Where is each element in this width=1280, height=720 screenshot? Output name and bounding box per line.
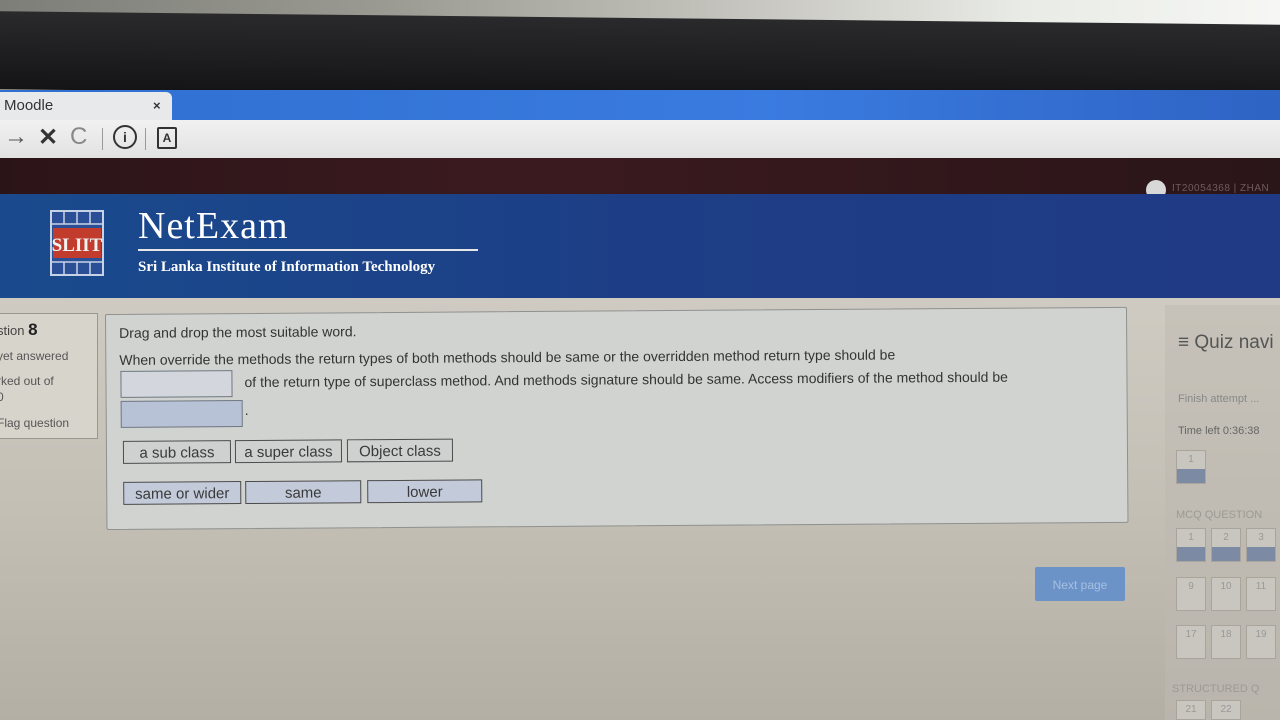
nav-question-number: 19 bbox=[1255, 629, 1267, 640]
mcq-section-title: MCQ QUESTION bbox=[1176, 509, 1263, 521]
title-divider bbox=[138, 249, 478, 251]
browser-tab[interactable]: Moodle × bbox=[0, 92, 172, 122]
svg-text:SLIIT: SLIIT bbox=[52, 235, 103, 256]
question-info-panel: stion 8 yet answered rked out of 0 Flag … bbox=[0, 313, 98, 439]
flag-question-link[interactable]: Flag question bbox=[0, 416, 69, 430]
nav-question-number: 1 bbox=[1188, 454, 1194, 465]
nav-question-number: 21 bbox=[1185, 704, 1197, 715]
nav-question-button[interactable]: 2 bbox=[1211, 528, 1241, 562]
site-info-icon[interactable]: i bbox=[113, 125, 137, 149]
nav-question-button[interactable]: 17 bbox=[1176, 625, 1206, 659]
forward-arrow-icon[interactable]: → bbox=[4, 123, 28, 151]
nav-question-button[interactable]: 10 bbox=[1211, 577, 1241, 611]
question-number-value: 8 bbox=[28, 320, 38, 339]
drag-item-lower[interactable]: lower bbox=[367, 479, 483, 504]
question-content: Drag and drop the most suitable word. Wh… bbox=[105, 306, 1129, 530]
nav-question-button[interactable]: 19 bbox=[1246, 625, 1276, 659]
nav-question-number: 17 bbox=[1185, 629, 1197, 640]
question-marked-value: 0 bbox=[0, 390, 4, 404]
drop-zone-1[interactable] bbox=[120, 370, 233, 398]
tab-close-icon[interactable]: × bbox=[153, 98, 161, 113]
question-number-prefix: stion bbox=[0, 323, 25, 338]
toolbar-divider bbox=[102, 128, 103, 150]
nav-question-button[interactable]: 9 bbox=[1176, 577, 1206, 611]
nav-question-number: 11 bbox=[1255, 581, 1267, 592]
nav-question-button[interactable]: 22 bbox=[1211, 700, 1241, 720]
nav-question-number: 3 bbox=[1258, 532, 1264, 543]
reader-mode-icon[interactable]: A bbox=[157, 127, 177, 149]
toolbar-divider bbox=[145, 128, 146, 150]
question-state: yet answered bbox=[0, 349, 69, 363]
sliit-logo: SLIIT bbox=[50, 210, 104, 276]
drag-item-a-super-class[interactable]: a super class bbox=[234, 439, 343, 464]
drop-zone-2[interactable] bbox=[120, 400, 243, 428]
answered-bar bbox=[1247, 547, 1275, 561]
drag-item-same[interactable]: same bbox=[245, 480, 362, 505]
answered-bar bbox=[1177, 547, 1205, 561]
nav-question-number: 10 bbox=[1220, 581, 1232, 592]
moodle-navbar bbox=[0, 158, 1280, 194]
answered-bar bbox=[1212, 547, 1240, 561]
time-left: Time left 0:36:38 bbox=[1178, 425, 1260, 437]
tab-title: Moodle bbox=[4, 97, 54, 114]
browser-toolbar: → ✕ C i A bbox=[0, 120, 1280, 159]
question-text-end: . bbox=[244, 402, 249, 419]
nav-question-button[interactable]: 1 bbox=[1176, 450, 1206, 484]
next-page-button[interactable]: Next page bbox=[1035, 567, 1125, 601]
nav-question-button[interactable]: 3 bbox=[1246, 528, 1276, 562]
answered-bar bbox=[1177, 469, 1205, 483]
stop-icon[interactable]: ✕ bbox=[38, 123, 58, 152]
monitor-bezel bbox=[0, 11, 1280, 103]
finish-attempt-link[interactable]: Finish attempt ... bbox=[1178, 393, 1259, 405]
question-text-line2: of the return type of superclass method.… bbox=[244, 368, 1008, 391]
drag-item-object-class[interactable]: Object class bbox=[346, 438, 454, 463]
nav-question-button[interactable]: 1 bbox=[1176, 528, 1206, 562]
nav-question-button[interactable]: 11 bbox=[1246, 577, 1276, 611]
nav-question-number: 18 bbox=[1220, 629, 1232, 640]
user-menu-text[interactable]: IT20054368 | ZHAN bbox=[1172, 183, 1269, 194]
nav-question-number: 9 bbox=[1188, 581, 1194, 592]
nav-question-number: 2 bbox=[1223, 532, 1229, 543]
nav-question-button[interactable]: 21 bbox=[1176, 700, 1206, 720]
nav-question-button[interactable]: 18 bbox=[1211, 625, 1241, 659]
drag-item-same-or-wider[interactable]: same or wider bbox=[123, 481, 242, 505]
browser-tabstrip bbox=[0, 90, 1280, 122]
question-instruction: Drag and drop the most suitable word. bbox=[119, 323, 357, 341]
reload-icon[interactable]: C bbox=[70, 123, 87, 151]
nav-question-number: 1 bbox=[1188, 532, 1194, 543]
structured-section-title: STRUCTURED Q bbox=[1172, 683, 1260, 695]
question-marked: rked out of bbox=[0, 374, 54, 388]
quiz-navigation-title: ≡ Quiz navi bbox=[1178, 332, 1274, 353]
question-text-line1: When override the methods the return typ… bbox=[119, 346, 896, 368]
nav-question-number: 22 bbox=[1220, 704, 1232, 715]
site-title: NetExam bbox=[138, 205, 289, 247]
site-subtitle: Sri Lanka Institute of Information Techn… bbox=[138, 259, 436, 275]
question-number: stion 8 bbox=[0, 320, 38, 340]
drag-item-a-sub-class[interactable]: a sub class bbox=[122, 440, 232, 464]
